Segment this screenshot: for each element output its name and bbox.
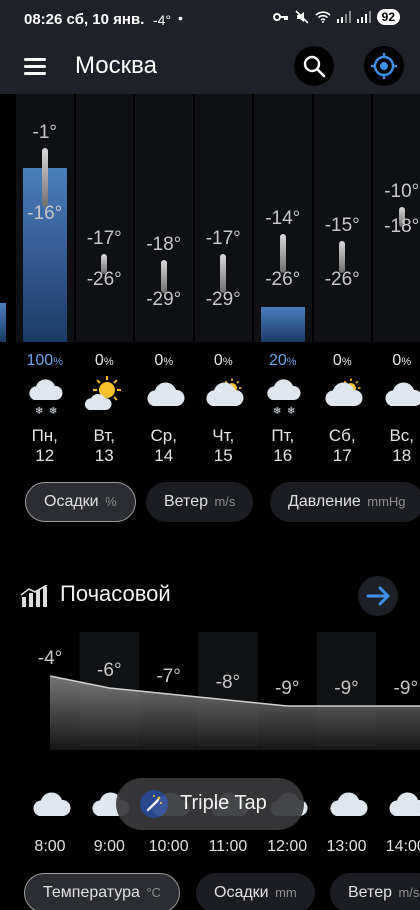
status-bar: 08:26 сб, 10 янв. -4° • 92 bbox=[0, 0, 420, 40]
temperature-range-bar bbox=[220, 253, 227, 293]
city-title: Москва bbox=[75, 52, 157, 79]
high-temp-label: -17° bbox=[205, 227, 241, 249]
hourly-temperature-chart[interactable]: -4° -6° -7° -8° -9° -9° -9° bbox=[0, 632, 420, 750]
hour-label: 13:00 bbox=[326, 838, 367, 855]
low-temp-label: -26° bbox=[86, 269, 122, 291]
hourly-temp-label: -7° bbox=[156, 666, 181, 687]
precip-percent: 0% bbox=[332, 352, 352, 369]
partly-sunny-icon bbox=[83, 376, 125, 416]
chart-icon bbox=[20, 585, 48, 607]
svg-text:❄: ❄ bbox=[35, 406, 43, 416]
hourly-temp-label: -4° bbox=[37, 648, 63, 669]
menu-button[interactable] bbox=[22, 56, 50, 78]
high-temp-label: -18° bbox=[146, 234, 182, 256]
hourly-temp-label: -9° bbox=[393, 678, 419, 699]
partly-cloudy-icon bbox=[202, 376, 244, 416]
day-label: Пн, 12 bbox=[31, 426, 58, 465]
day-column[interactable] bbox=[75, 94, 133, 342]
magic-wand-icon bbox=[140, 790, 168, 818]
notification-dot-icon: • bbox=[178, 10, 183, 26]
signal-icon bbox=[356, 11, 371, 23]
tab-precipitation[interactable]: Осадки % bbox=[25, 482, 136, 522]
precip-bar-prev bbox=[0, 303, 6, 342]
tab-hourly-precipitation[interactable]: Осадки mm bbox=[196, 873, 315, 910]
hour-label: 11:00 bbox=[208, 838, 248, 855]
precip-percent: 0% bbox=[213, 352, 233, 369]
high-temp-label: -15° bbox=[324, 214, 360, 236]
signal-icon bbox=[336, 11, 351, 23]
status-time: 08:26 сб, 10 янв. bbox=[24, 11, 145, 28]
cloud-icon bbox=[29, 786, 71, 826]
hourly-temp-label: -9° bbox=[274, 678, 300, 699]
arrow-right-icon bbox=[366, 586, 390, 606]
search-icon bbox=[303, 55, 326, 78]
mute-icon bbox=[295, 10, 309, 24]
wifi-icon bbox=[315, 11, 331, 23]
low-temp-label: -26° bbox=[324, 269, 360, 291]
low-temp-label: -16° bbox=[27, 203, 63, 225]
svg-text:❄: ❄ bbox=[273, 406, 281, 416]
hourly-temp-label: -6° bbox=[97, 660, 122, 681]
high-temp-label: -17° bbox=[86, 227, 122, 249]
precip-percent: 100% bbox=[26, 352, 63, 369]
cloud-icon bbox=[326, 786, 368, 826]
hourly-temp-label: -8° bbox=[215, 672, 241, 693]
key-icon bbox=[272, 13, 288, 21]
tab-hourly-wind[interactable]: Ветер m/s bbox=[330, 873, 420, 910]
hourly-temp-label: -9° bbox=[334, 678, 359, 699]
battery-indicator: 92 bbox=[376, 9, 400, 25]
low-temp-label: -29° bbox=[205, 289, 241, 310]
status-temperature: -4° bbox=[153, 12, 172, 28]
tab-temperature[interactable]: Температура °C bbox=[24, 873, 180, 910]
cloud-icon bbox=[381, 376, 420, 416]
high-temp-label: -1° bbox=[32, 122, 58, 143]
hour-label: 8:00 bbox=[34, 838, 66, 855]
hourly-more-button[interactable] bbox=[358, 576, 398, 616]
precip-percent: 20% bbox=[268, 352, 297, 369]
hour-label: 14:00 bbox=[385, 838, 420, 855]
precip-percent: 0% bbox=[94, 352, 114, 369]
hourly-section-title: Почасовой bbox=[60, 581, 171, 606]
locate-icon bbox=[371, 53, 397, 79]
precip-percent: 0% bbox=[392, 352, 412, 369]
app-bar: Москва bbox=[0, 40, 420, 94]
hour-label: 10:00 bbox=[148, 838, 189, 855]
day-label: Чт, 15 bbox=[212, 426, 235, 465]
cloud-snow-icon: ❄ ❄ bbox=[262, 376, 304, 417]
day-label: Ср, 14 bbox=[150, 426, 177, 465]
status-icons: 92 bbox=[272, 9, 400, 25]
precip-bar bbox=[261, 307, 305, 342]
search-button[interactable] bbox=[294, 46, 334, 86]
cloud-snow-icon: ❄ ❄ bbox=[24, 376, 66, 417]
triple-tap-overlay[interactable]: Triple Tap bbox=[116, 778, 304, 830]
high-temp-label: -10° bbox=[384, 181, 420, 203]
daily-metric-tabs: Осадки % Ветер m/s Давление mmHg bbox=[0, 482, 420, 524]
svg-text:❄: ❄ bbox=[49, 406, 57, 416]
tab-wind[interactable]: Ветер m/s bbox=[146, 482, 254, 522]
hourly-metric-tabs: Температура °C Осадки mm Ветер m/s bbox=[0, 873, 420, 910]
day-label: Пт, 16 bbox=[271, 426, 295, 465]
precip-percent: 0% bbox=[154, 352, 174, 369]
day-label: Вс, 18 bbox=[389, 426, 415, 465]
cloud-icon bbox=[385, 786, 420, 826]
day-label: Вт, 13 bbox=[93, 426, 115, 465]
svg-text:❄: ❄ bbox=[287, 406, 295, 416]
cloud-icon bbox=[143, 376, 185, 416]
hour-label: 9:00 bbox=[93, 838, 125, 855]
high-temp-label: -14° bbox=[265, 207, 301, 229]
daily-forecast-chart[interactable]: -1° -16° -17° -26° -18° -29° -17° -29° -14° -26° -… bbox=[0, 94, 420, 342]
tab-pressure[interactable]: Давление mmHg bbox=[270, 482, 420, 522]
low-temp-label: -29° bbox=[146, 289, 182, 310]
triple-tap-label: Triple Tap bbox=[180, 792, 267, 814]
temperature-range-bar bbox=[41, 148, 48, 208]
low-temp-label: -18° bbox=[384, 216, 420, 238]
temperature-range-bar bbox=[279, 233, 286, 274]
location-button[interactable] bbox=[364, 46, 404, 86]
low-temp-label: -26° bbox=[265, 269, 301, 291]
day-label: Сб, 17 bbox=[328, 426, 356, 465]
hour-label: 12:00 bbox=[267, 838, 308, 855]
partly-cloudy-icon bbox=[321, 376, 363, 416]
